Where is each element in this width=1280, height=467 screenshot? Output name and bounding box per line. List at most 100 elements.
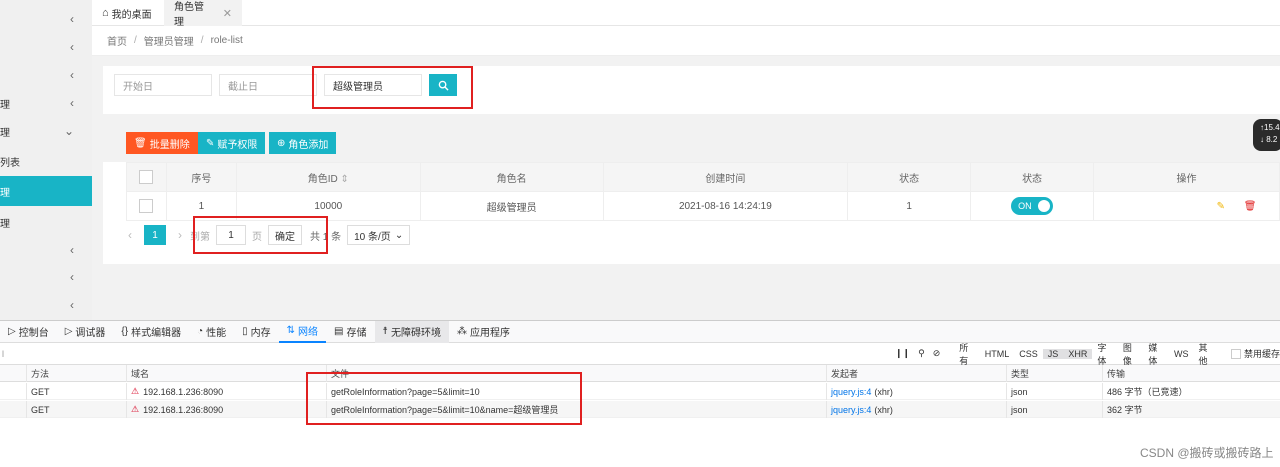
- tab-storage[interactable]: ▤ 存储: [326, 321, 374, 343]
- tab-memory[interactable]: ▯ 内存: [234, 321, 279, 343]
- breadcrumb-admin[interactable]: 管理员管理: [144, 33, 194, 48]
- delete-icon[interactable]: 🗑: [1244, 201, 1257, 212]
- sidebar-item-perm-manage[interactable]: 理: [0, 208, 92, 236]
- tab-application[interactable]: ⁂ 应用程序: [449, 321, 518, 343]
- filter-image[interactable]: 图像: [1118, 341, 1144, 367]
- next-page-icon[interactable]: ›: [170, 228, 190, 242]
- start-date-input[interactable]: 开始日: [114, 74, 212, 96]
- tab-role-label: 角色管理: [174, 2, 204, 28]
- sidebar-item[interactable]: ‹: [0, 61, 92, 89]
- tab-label: 存储: [346, 328, 367, 339]
- col-method[interactable]: 方法: [26, 365, 126, 382]
- row-checkbox-cell[interactable]: [126, 191, 167, 221]
- col-initiator[interactable]: 发起者: [826, 365, 1006, 382]
- network-icon: ⇅: [286, 325, 296, 336]
- tab-network[interactable]: ⇅ 网络: [278, 321, 327, 343]
- breadcrumb-current: role-list: [210, 35, 243, 46]
- network-request-row[interactable]: GET ⚠ 192.168.1.236:8090 getRoleInformati…: [0, 383, 1280, 400]
- col-type[interactable]: 类型: [1006, 365, 1102, 382]
- sidebar-item[interactable]: ‹: [0, 236, 92, 264]
- edit-icon[interactable]: ✎: [1217, 201, 1225, 212]
- tab-console[interactable]: ▷ 控制台: [0, 321, 57, 343]
- breadcrumb-home[interactable]: 首页: [107, 33, 127, 48]
- sidebar-item[interactable]: ‹: [0, 33, 92, 61]
- filter-ws[interactable]: WS: [1169, 349, 1194, 359]
- memory-icon: ▯: [242, 326, 248, 337]
- close-icon[interactable]: ✕: [223, 7, 232, 20]
- filter-xhr[interactable]: XHR: [1063, 348, 1093, 359]
- initiator-suffix: (xhr): [874, 404, 893, 415]
- tab-role-manage[interactable]: 角色管理 ✕: [164, 0, 242, 28]
- breadcrumb: 首页 / 管理员管理 / role-list: [92, 26, 1280, 56]
- sidebar-item-label: 理: [0, 187, 10, 199]
- tab-label: 样式编辑器: [131, 328, 182, 339]
- sidebar-item-label: 理: [0, 127, 10, 139]
- sidebar: ‹ ‹ ‹ 理 ‹ 理 ⌄ 列表 理 理 ‹ ‹ ‹: [0, 0, 92, 320]
- sidebar-item[interactable]: ‹: [0, 263, 92, 291]
- sidebar-item-admin[interactable]: 理 ⌄: [0, 117, 92, 145]
- cell-type: json: [1006, 383, 1102, 400]
- select-all-checkbox[interactable]: [139, 170, 154, 184]
- chevron-left-icon: ‹: [70, 40, 74, 54]
- tab-debugger[interactable]: ▷ 调试器: [57, 321, 114, 343]
- end-date-input[interactable]: 截止日: [219, 74, 317, 96]
- header-status: 状态: [847, 162, 972, 192]
- sidebar-item-label: 理: [0, 218, 10, 230]
- cell-method: GET: [26, 383, 126, 400]
- header-index: 序号: [165, 162, 237, 192]
- search-icon[interactable]: ⚲: [918, 348, 925, 359]
- tab-home[interactable]: ⌂ 我的桌面: [92, 0, 162, 26]
- initiator-link[interactable]: jquery.js:4: [831, 387, 871, 397]
- header-checkbox-cell[interactable]: [126, 162, 167, 192]
- tab-label: 应用程序: [469, 328, 510, 339]
- assign-permission-button[interactable]: ✎ 赋予权限: [198, 132, 266, 154]
- role-table: 序号 角色ID ⇕ 角色名 创建时间 状态 状态 操作 1 10000 超级管理…: [126, 162, 1280, 221]
- status-toggle-label: ON: [1018, 201, 1032, 211]
- sidebar-item[interactable]: ‹: [0, 5, 92, 33]
- initiator-link[interactable]: jquery.js:4: [831, 405, 871, 415]
- disable-cache-checkbox[interactable]: 禁用缓存: [1231, 347, 1280, 360]
- filter-js[interactable]: JS: [1042, 348, 1064, 359]
- row-checkbox[interactable]: [139, 199, 154, 213]
- filter-media[interactable]: 媒体: [1143, 341, 1169, 367]
- sidebar-item-role-manage[interactable]: 理: [0, 176, 92, 206]
- pause-icon[interactable]: ❙❙: [895, 348, 910, 359]
- block-icon[interactable]: ⊘: [933, 348, 941, 359]
- tab-performance[interactable]: ◔ 性能: [189, 321, 234, 343]
- batch-delete-button[interactable]: 🗑 批量删除: [126, 132, 198, 154]
- cell-type: json: [1006, 401, 1102, 418]
- sidebar-item[interactable]: 理 ‹: [0, 89, 92, 117]
- cell-actions: ✎ 🗑: [1093, 191, 1280, 221]
- header-role-name: 角色名: [419, 162, 604, 192]
- console-icon: ▷: [8, 326, 16, 337]
- filter-all[interactable]: 所有: [954, 341, 980, 367]
- prev-page-icon[interactable]: ‹: [120, 228, 140, 242]
- header-role-id[interactable]: 角色ID ⇕: [235, 162, 421, 192]
- current-page[interactable]: 1: [144, 225, 166, 245]
- initiator-suffix: (xhr): [874, 386, 893, 397]
- status-toggle[interactable]: ON: [1011, 197, 1054, 215]
- sidebar-item-label: 列表: [0, 157, 20, 169]
- cell-created: 2021-08-16 14:24:19: [602, 191, 849, 221]
- network-request-row[interactable]: GET ⚠ 192.168.1.236:8090 getRoleInformati…: [0, 401, 1280, 418]
- page-size-select[interactable]: 10 条/页 ⌄: [347, 225, 411, 245]
- tab-accessibility[interactable]: ☨ 无障碍环境: [374, 320, 449, 343]
- insecure-icon: ⚠: [131, 404, 140, 414]
- filter-css[interactable]: CSS: [1014, 349, 1043, 359]
- filter-font[interactable]: 字体: [1092, 341, 1118, 367]
- add-role-button[interactable]: ⊕ 角色添加: [269, 132, 337, 154]
- filter-other[interactable]: 其他: [1193, 341, 1219, 367]
- sidebar-item[interactable]: ‹: [0, 291, 92, 319]
- col-domain[interactable]: 域名: [126, 365, 326, 382]
- tab-style-editor[interactable]: {} 样式编辑器: [113, 321, 189, 343]
- sidebar-item-list[interactable]: 列表: [0, 147, 92, 175]
- trash-icon: 🗑: [134, 137, 147, 149]
- insecure-icon: ⚠: [131, 386, 140, 396]
- filter-html[interactable]: HTML: [980, 349, 1015, 359]
- network-table-header: 方法 域名 文件 发起者 类型 传输: [0, 365, 1280, 382]
- sort-icon[interactable]: ⇕: [340, 174, 348, 185]
- highlight-box: [193, 216, 328, 254]
- col-transfer[interactable]: 传输: [1102, 365, 1280, 382]
- style-editor-icon: {}: [121, 326, 129, 337]
- disable-cache-label: 禁用缓存: [1244, 349, 1280, 359]
